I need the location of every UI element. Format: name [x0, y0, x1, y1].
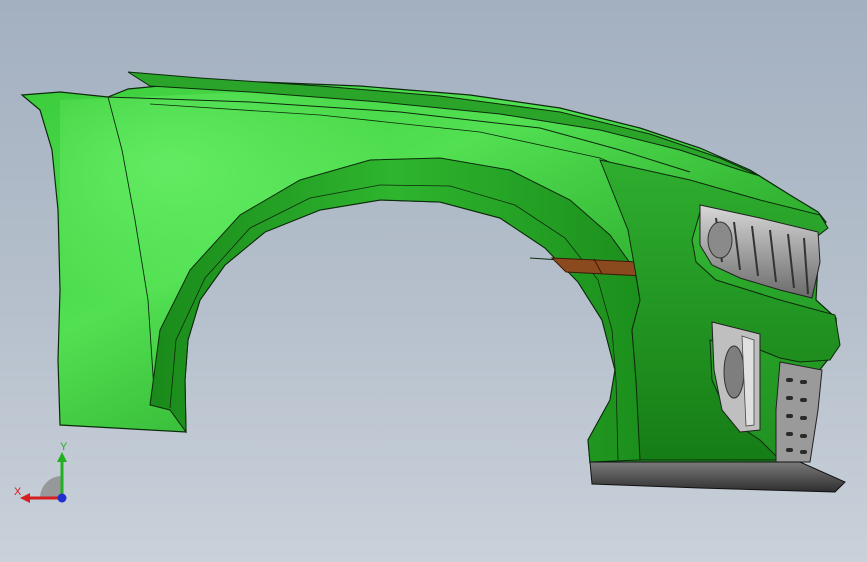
upper-grille-headlamp-icon — [707, 221, 733, 259]
fender-bumper-model[interactable] — [0, 0, 867, 562]
view-orientation-triad-icon[interactable]: Y X — [12, 440, 74, 508]
fender-highlight — [60, 90, 560, 400]
fog-light-icon — [723, 345, 745, 399]
graphics-viewport[interactable]: Y X — [0, 0, 867, 562]
triad-x-arrow-icon — [20, 493, 30, 503]
triad-y-label: Y — [60, 441, 68, 453]
triad-y-arrow-icon — [57, 452, 67, 462]
triad-x-label: X — [14, 486, 22, 498]
front-splitter[interactable] — [589, 461, 846, 493]
triad-base-plane — [40, 476, 62, 498]
triad-z-axis-dot — [57, 493, 67, 503]
lower-mesh-grille[interactable] — [775, 361, 823, 463]
